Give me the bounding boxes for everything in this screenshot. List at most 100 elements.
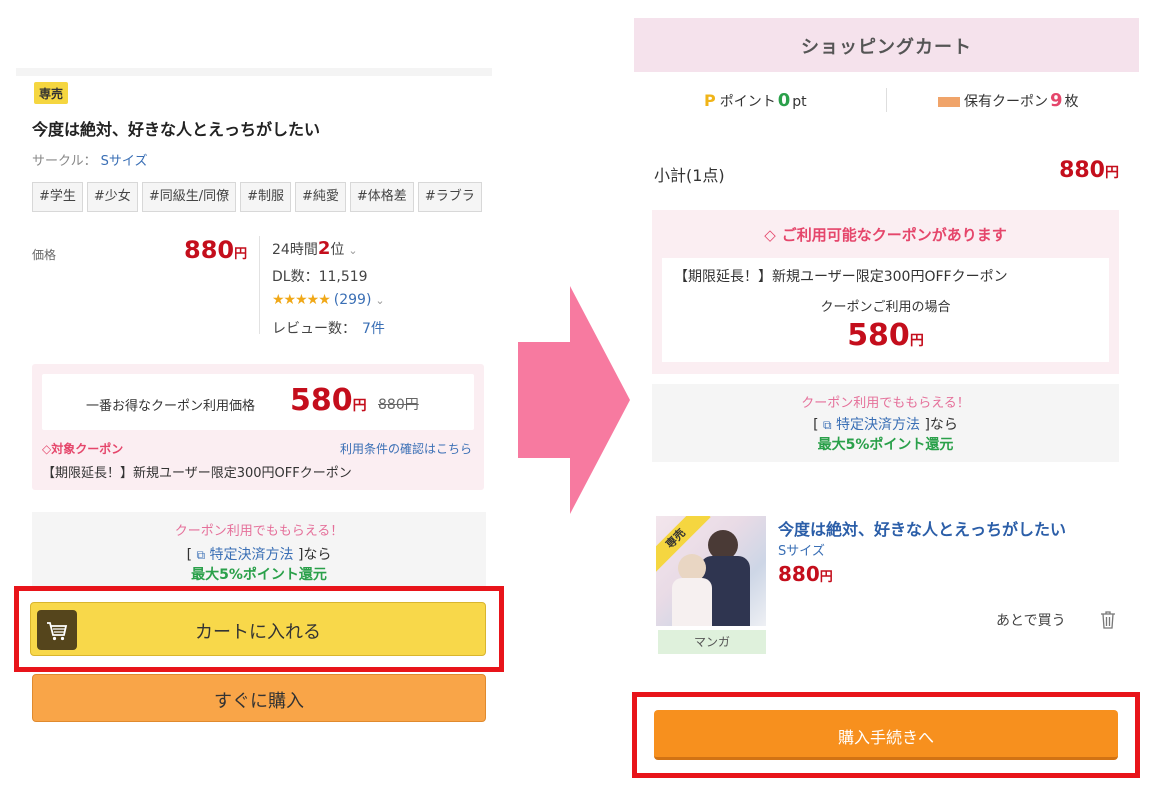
tag-icon: ◇ (42, 442, 52, 456)
points-value: 0 (777, 90, 791, 111)
price-value: 880 (184, 236, 235, 264)
window-icon: ⧉ (822, 418, 832, 432)
coupon-icon (938, 97, 960, 107)
ranking[interactable]: 24時間2位 ⌄ (272, 238, 358, 259)
tag[interactable]: #制服 (240, 182, 291, 212)
review-link[interactable]: 7件 (362, 321, 385, 337)
payment-method-link[interactable]: 特定決済方法 (836, 417, 920, 433)
coupons-label: 保有クーポン (964, 94, 1048, 110)
download-count: DL数：11,519 (272, 269, 368, 285)
review-label: レビュー数： (272, 321, 356, 337)
cart-item-price-value: 880 (778, 562, 820, 586)
benefit-headline: クーポン利用でももらえる！ (801, 396, 970, 411)
cart-item-circle[interactable]: Sサイズ (778, 540, 825, 559)
target-coupon-label: ◇対象クーポン (42, 440, 123, 457)
tag[interactable]: #少女 (86, 182, 138, 212)
yen-unit: 円 (1105, 165, 1119, 181)
points-unit: pt (792, 94, 807, 110)
cover-figure (672, 578, 712, 626)
benefit-headline: クーポン利用でももらえる！ (174, 524, 344, 539)
bracket-close: ]なら (924, 417, 958, 433)
subtotal-value: 880 (1059, 158, 1105, 183)
available-coupon-box: ◇ ご利用可能なクーポンがあります 【期限延長！】新規ユーザー限定300円OFFク… (652, 210, 1119, 374)
yen-unit: 円 (352, 398, 367, 414)
window-icon: ⧉ (196, 548, 206, 562)
trash-icon[interactable] (1100, 610, 1116, 630)
checkout-label: 購入手続きへ (837, 728, 934, 747)
exclusive-badge: 専売 (34, 82, 69, 104)
cart-header: ショッピングカート (634, 18, 1139, 72)
point-icon: P (704, 91, 716, 110)
coupon-price: 580円 (662, 318, 1109, 353)
points-label: ポイント (719, 94, 776, 110)
rank-suffix: 位 (330, 242, 345, 258)
checkout-button[interactable]: 購入手続きへ (654, 710, 1118, 760)
yen-unit: 円 (819, 570, 833, 585)
original-price: 880円 (378, 397, 419, 413)
star-rating-icon: ★★★★★ (272, 292, 331, 308)
buy-now-label: すぐに購入 (214, 691, 304, 712)
benefit-points: 最大5%ポイント還元 (817, 437, 954, 453)
yen-unit: 円 (909, 333, 924, 349)
rating[interactable]: ★★★★★ (299) ⌄ (272, 292, 385, 308)
circle-link[interactable]: Sサイズ (101, 154, 148, 169)
points-info: P ポイント 0 pt (704, 90, 807, 111)
cart-item-title[interactable]: 今度は絶対、好きな人とえっちがしたい (778, 516, 1066, 540)
price-label: 価格 (32, 248, 57, 262)
circle-info: サークル： Sサイズ (32, 150, 148, 169)
divider (259, 236, 260, 334)
cart-item-price: 880円 (778, 562, 833, 586)
payment-method-link[interactable]: 特定決済方法 (210, 547, 294, 563)
product-title: 今度は絶対、好きな人とえっちがしたい (32, 120, 321, 139)
buy-now-button[interactable]: すぐに購入 (32, 674, 486, 722)
rank-value: 2 (317, 238, 331, 259)
target-coupon-text: 対象クーポン (51, 442, 124, 456)
coupons-held-info[interactable]: 保有クーポン 9 枚 (938, 90, 1079, 111)
tag[interactable]: #ラブラ (417, 182, 482, 212)
buy-later-button[interactable]: あとで買う (996, 610, 1066, 630)
add-to-cart-button[interactable]: カートに入れる (30, 602, 486, 656)
coupon-price-value: 580 (290, 383, 353, 418)
circle-label: サークル： (32, 154, 97, 169)
best-coupon-price: 一番お得なクーポン利用価格 580円 880円 (42, 374, 474, 430)
coupon-use-case: クーポンご利用の場合 (820, 300, 951, 315)
coupon-card[interactable]: 【期限延長！】新規ユーザー限定300円OFFクーポン クーポンご利用の場合 58… (662, 258, 1109, 362)
available-coupon-text: ご利用可能なクーポンがあります (781, 226, 1007, 244)
bracket-open: [ (186, 547, 193, 563)
add-to-cart-label: カートに入れる (195, 622, 321, 643)
chevron-down-icon[interactable]: ⌄ (348, 244, 357, 257)
yen-unit: 円 (234, 247, 248, 262)
product-price: 880円 (184, 236, 247, 264)
product-page-panel: 専売 今度は絶対、好きな人とえっちがしたい サークル： Sサイズ #学生 #少女 #同… (14, 68, 504, 788)
shopping-cart-panel: ショッピングカート P ポイント 0 pt 保有クーポン 9 枚 小計(1点) 880円 … (632, 18, 1140, 788)
best-coupon-label: 一番お得なクーポン利用価格 (86, 399, 256, 414)
available-coupon-heading: ◇ ご利用可能なクーポンがあります (652, 224, 1119, 245)
tag[interactable]: #学生 (32, 182, 83, 212)
coupon-price-value: 580 (847, 318, 910, 353)
bracket-open: [ (813, 417, 819, 433)
tag-icon: ◇ (764, 226, 776, 244)
tag[interactable]: #体格差 (349, 182, 414, 212)
product-cover-image[interactable]: 専売 (656, 516, 766, 626)
cart-title: ショッピングカート (801, 37, 972, 58)
coupons-unit: 枚 (1064, 94, 1079, 110)
coupons-value: 9 (1050, 90, 1063, 111)
coupon-terms-link[interactable]: 利用条件の確認はこちら (340, 440, 472, 457)
tag[interactable]: #純愛 (295, 182, 346, 212)
divider (886, 88, 887, 112)
subtotal-price: 880円 (1059, 158, 1119, 183)
bracket-close: ]なら (297, 547, 332, 563)
coupon-name: 【期限延長！】新規ユーザー限定300円OFFクーポン (42, 466, 352, 481)
rating-count[interactable]: (299) (334, 292, 372, 308)
category-label: マンガ (658, 630, 766, 654)
chevron-down-icon[interactable]: ⌄ (375, 294, 384, 307)
benefit-method: [ ⧉ 特定決済方法 ]なら (652, 414, 1119, 434)
benefit-method: [ ⧉ 特定決済方法 ]なら (32, 544, 486, 564)
tag[interactable]: #同級生/同僚 (141, 182, 237, 212)
review-count: レビュー数： 7件 (272, 318, 385, 338)
point-benefit-box: クーポン利用でももらえる！ [ ⧉ 特定決済方法 ]なら 最大5%ポイント還元 (652, 384, 1119, 462)
point-benefit-box: クーポン利用でももらえる！ [ ⧉ 特定決済方法 ]なら 最大5%ポイント還元 (32, 512, 486, 588)
coupon-price: 580円 (290, 383, 367, 418)
coupon-name: 【期限延長！】新規ユーザー限定300円OFFクーポン (674, 269, 1008, 285)
tag-list: #学生 #少女 #同級生/同僚 #制服 #純愛 #体格差 #ラブラ (32, 182, 492, 214)
